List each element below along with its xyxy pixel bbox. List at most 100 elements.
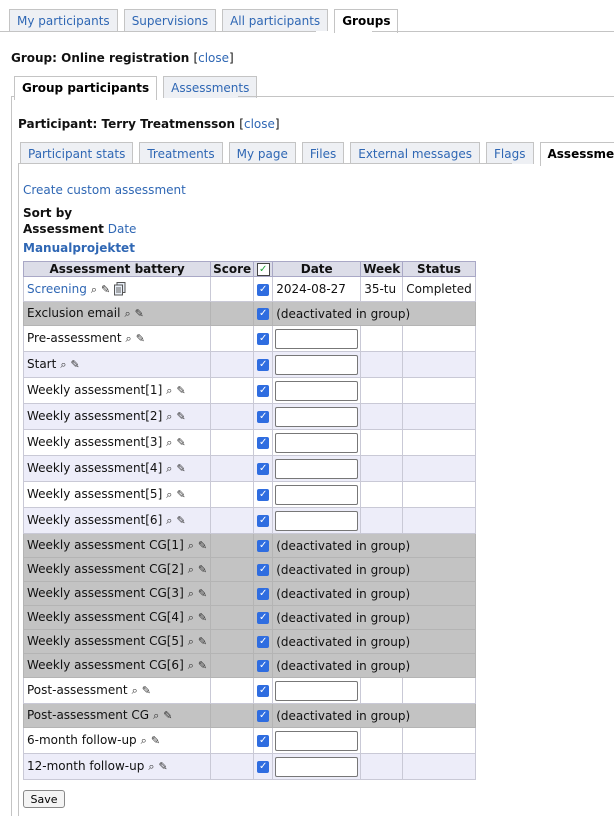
row-checkbox[interactable]: ✓ (257, 385, 270, 397)
pencil-icon[interactable]: ✎ (176, 488, 185, 501)
pencil-icon[interactable]: ✎ (163, 709, 172, 722)
pencil-icon[interactable]: ✎ (135, 307, 144, 320)
tab-groups[interactable]: Groups (334, 9, 399, 33)
tab-all-participants[interactable]: All participants (222, 9, 329, 31)
magnifier-icon[interactable]: ⌕ (141, 734, 147, 747)
magnifier-icon[interactable]: ⌕ (188, 659, 194, 672)
tab-assessments[interactable]: Assessments (539, 142, 614, 166)
row-checkbox[interactable]: ✓ (257, 463, 270, 475)
tab-group-participants[interactable]: Group participants (14, 76, 158, 100)
magnifier-icon[interactable]: ⌕ (166, 514, 172, 527)
pencil-icon[interactable]: ✎ (198, 659, 207, 672)
row-checkbox[interactable]: ✓ (257, 489, 270, 501)
date-input[interactable] (275, 458, 359, 479)
magnifier-icon[interactable]: ⌕ (188, 611, 194, 624)
date-input[interactable] (275, 680, 359, 701)
pencil-icon[interactable]: ✎ (136, 332, 145, 345)
tab-group-assessments[interactable]: Assessments (163, 76, 258, 98)
assessment-name-link[interactable]: Screening (27, 282, 87, 296)
group-close-link[interactable]: close (198, 51, 229, 65)
sort-date-link[interactable]: Date (108, 222, 137, 236)
tab-my-participants[interactable]: My participants (9, 9, 118, 31)
pencil-icon[interactable]: ✎ (198, 635, 207, 648)
row-checkbox[interactable]: ✓ (257, 308, 270, 320)
sort-assessment[interactable]: Assessment (23, 222, 104, 236)
date-input[interactable] (275, 328, 359, 349)
tab-flags[interactable]: Flags (486, 142, 534, 164)
pencil-icon[interactable]: ✎ (71, 358, 80, 371)
magnifier-icon[interactable]: ⌕ (188, 587, 194, 600)
tab-my-page[interactable]: My page (228, 142, 296, 164)
magnifier-icon[interactable]: ⌕ (166, 488, 172, 501)
magnifier-icon[interactable]: ⌕ (166, 436, 172, 449)
assessment-cell: Weekly assessment[6] ⌕ ✎ (22, 507, 212, 534)
magnifier-icon[interactable]: ⌕ (124, 307, 130, 320)
create-custom-assessment-link[interactable]: Create custom assessment (23, 183, 186, 197)
copy-icon[interactable] (114, 281, 126, 296)
select-all-checkbox[interactable]: ✓ (256, 263, 270, 276)
week-cell (360, 377, 404, 404)
row-checkbox[interactable]: ✓ (257, 283, 270, 296)
row-checkbox[interactable]: ✓ (257, 411, 270, 423)
magnifier-icon[interactable]: ⌕ (166, 462, 172, 475)
pencil-icon[interactable]: ✎ (176, 436, 185, 449)
row-checkbox[interactable]: ✓ (257, 660, 270, 672)
pencil-icon[interactable]: ✎ (198, 587, 207, 600)
pencil-icon[interactable]: ✎ (142, 684, 151, 697)
pencil-icon[interactable]: ✎ (158, 760, 167, 773)
magnifier-icon[interactable]: ⌕ (188, 635, 194, 648)
deactivated-note: (deactivated in group) (272, 557, 476, 582)
date-input[interactable] (275, 432, 359, 453)
row-checkbox[interactable]: ✓ (257, 564, 270, 576)
col-select-all[interactable]: ✓ (253, 261, 274, 277)
date-input[interactable] (275, 380, 359, 401)
magnifier-icon[interactable]: ⌕ (188, 539, 194, 552)
tab-treatments[interactable]: Treatments (139, 142, 223, 164)
magnifier-icon[interactable]: ⌕ (153, 709, 159, 722)
pencil-icon[interactable]: ✎ (176, 514, 185, 527)
pencil-icon[interactable]: ✎ (176, 410, 185, 423)
magnifier-icon[interactable]: ⌕ (148, 760, 154, 773)
magnifier-icon[interactable]: ⌕ (166, 410, 172, 423)
row-checkbox[interactable]: ✓ (257, 437, 270, 449)
pencil-icon[interactable]: ✎ (101, 283, 110, 296)
tab-supervisions[interactable]: Supervisions (123, 9, 217, 31)
pencil-icon[interactable]: ✎ (176, 462, 185, 475)
pencil-icon[interactable]: ✎ (198, 539, 207, 552)
pencil-icon[interactable]: ✎ (198, 563, 207, 576)
row-checkbox[interactable]: ✓ (257, 612, 270, 624)
row-checkbox[interactable]: ✓ (257, 685, 270, 697)
pencil-icon[interactable]: ✎ (151, 734, 160, 747)
row-checkbox[interactable]: ✓ (257, 540, 270, 552)
date-input[interactable] (275, 354, 359, 375)
checkbox-cell: ✓ (253, 533, 274, 558)
pencil-icon[interactable]: ✎ (176, 384, 185, 397)
magnifier-icon[interactable]: ⌕ (166, 384, 172, 397)
row-checkbox[interactable]: ✓ (257, 735, 270, 747)
row-checkbox[interactable]: ✓ (257, 333, 270, 345)
participant-close-link[interactable]: close (244, 117, 275, 131)
table-row: Weekly assessment[3] ⌕ ✎ ✓ (22, 429, 476, 456)
date-input[interactable] (275, 756, 359, 777)
date-input[interactable] (275, 730, 359, 751)
tab-participant-stats[interactable]: Participant stats (20, 142, 134, 164)
save-button[interactable]: Save (23, 790, 65, 808)
magnifier-icon[interactable]: ⌕ (132, 684, 138, 697)
project-link[interactable]: Manualprojektet (23, 241, 135, 255)
row-checkbox[interactable]: ✓ (257, 588, 270, 600)
magnifier-icon[interactable]: ⌕ (91, 283, 97, 296)
row-checkbox[interactable]: ✓ (257, 761, 270, 773)
magnifier-icon[interactable]: ⌕ (60, 358, 66, 371)
date-input[interactable] (275, 406, 359, 427)
magnifier-icon[interactable]: ⌕ (126, 332, 132, 345)
row-checkbox[interactable]: ✓ (257, 710, 270, 722)
pencil-icon[interactable]: ✎ (198, 611, 207, 624)
row-checkbox[interactable]: ✓ (257, 359, 270, 371)
date-input[interactable] (275, 484, 359, 505)
row-checkbox[interactable]: ✓ (257, 636, 270, 648)
magnifier-icon[interactable]: ⌕ (188, 563, 194, 576)
tab-files[interactable]: Files (301, 142, 345, 164)
row-checkbox[interactable]: ✓ (257, 515, 270, 527)
tab-external-messages[interactable]: External messages (350, 142, 481, 164)
date-input[interactable] (275, 510, 359, 531)
